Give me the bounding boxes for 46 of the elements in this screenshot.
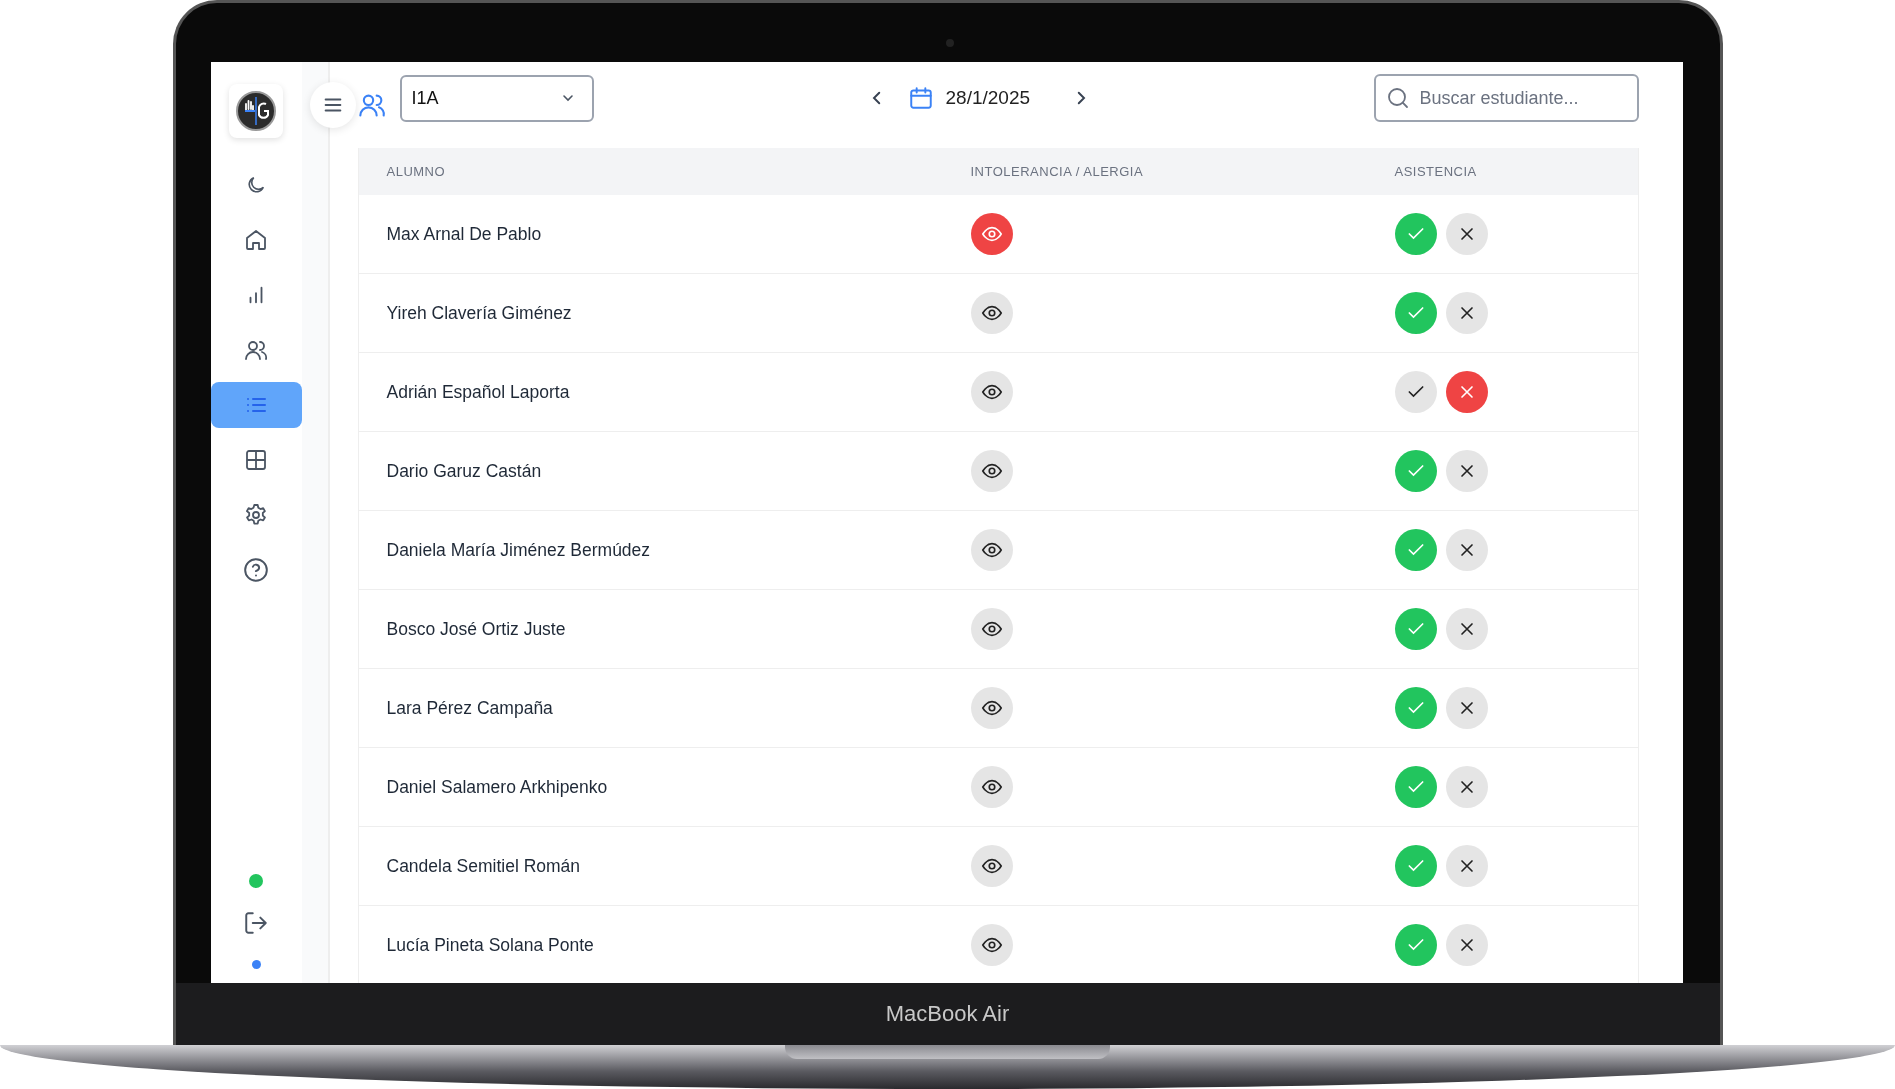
view-allergy-button[interactable] bbox=[970, 371, 1013, 413]
help-icon bbox=[243, 557, 269, 583]
absent-button[interactable] bbox=[1445, 213, 1488, 255]
absent-button[interactable] bbox=[1445, 608, 1488, 650]
calendar-icon bbox=[907, 85, 934, 111]
absent-button[interactable] bbox=[1445, 292, 1488, 334]
student-name: Daniela María Jiménez Bermúdez bbox=[385, 539, 652, 561]
absent-button[interactable] bbox=[1445, 766, 1488, 808]
users-icon bbox=[244, 338, 268, 362]
student-name: Dario Garuz Castán bbox=[385, 460, 543, 482]
student-name: Daniel Salamero Arkhipenko bbox=[385, 776, 609, 798]
absent-button[interactable] bbox=[1445, 845, 1488, 887]
view-allergy-button[interactable] bbox=[970, 845, 1013, 887]
camera-icon bbox=[945, 39, 954, 47]
absent-button[interactable] bbox=[1445, 529, 1488, 571]
grid-icon bbox=[244, 448, 268, 472]
student-name: Lara Pérez Campaña bbox=[385, 697, 554, 719]
absent-button[interactable] bbox=[1445, 924, 1488, 966]
absent-button[interactable] bbox=[1445, 687, 1488, 729]
home-icon bbox=[244, 228, 268, 252]
logout-icon[interactable] bbox=[243, 910, 269, 936]
student-name: Adrián Español Laporta bbox=[385, 381, 571, 403]
column-header: ASISTENCIA bbox=[1394, 164, 1478, 179]
column-header: INTOLERANCIA / ALERGIA bbox=[970, 164, 1145, 179]
search-icon bbox=[1385, 86, 1410, 110]
view-allergy-button[interactable] bbox=[970, 924, 1013, 966]
student-name: Bosco José Ortiz Juste bbox=[385, 618, 567, 640]
search-field[interactable]: Buscar estudiante... bbox=[1373, 74, 1639, 122]
device-label: MacBook Air bbox=[885, 1001, 1010, 1027]
view-allergy-button[interactable] bbox=[970, 766, 1013, 808]
student-name: Max Arnal De Pablo bbox=[385, 223, 543, 245]
view-allergy-button[interactable] bbox=[970, 292, 1013, 334]
column-header: ALUMNO bbox=[385, 164, 447, 179]
student-name: Lucía Pineta Solana Ponte bbox=[385, 934, 595, 956]
settings-icon bbox=[244, 503, 268, 527]
student-name: Yireh Clavería Giménez bbox=[385, 302, 573, 324]
group-dropdown[interactable]: I1A bbox=[399, 74, 594, 122]
student-name: Candela Semitiel Román bbox=[385, 855, 582, 877]
view-allergy-button[interactable] bbox=[970, 608, 1013, 650]
moon-icon bbox=[245, 174, 267, 196]
absent-button[interactable] bbox=[1445, 371, 1488, 413]
view-allergy-button[interactable] bbox=[970, 687, 1013, 729]
date-label: 28/1/2025 bbox=[945, 87, 1031, 109]
view-allergy-button[interactable] bbox=[970, 450, 1013, 492]
view-allergy-button[interactable] bbox=[970, 529, 1013, 571]
absent-button[interactable] bbox=[1445, 450, 1488, 492]
